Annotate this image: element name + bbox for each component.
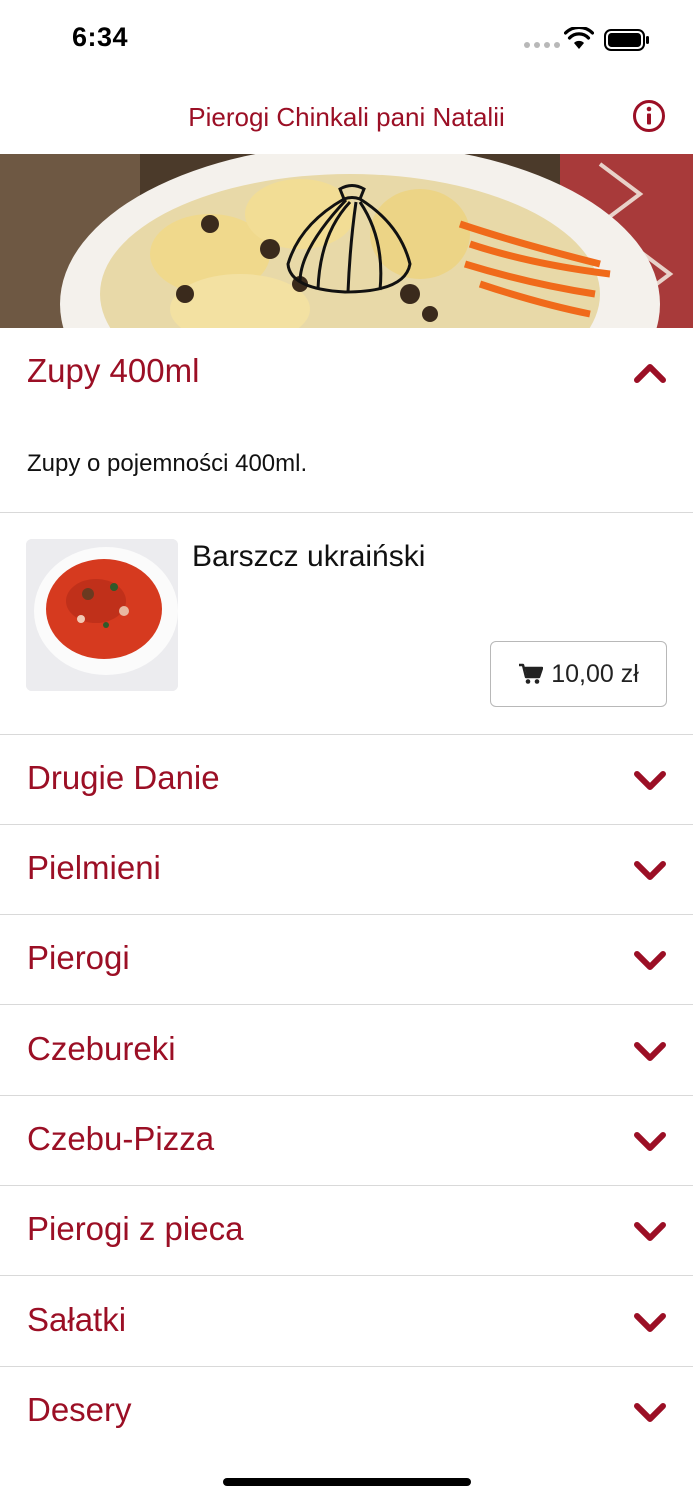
status-bar: 6:34 xyxy=(0,0,693,80)
chevron-down-icon[interactable] xyxy=(633,1312,667,1334)
section-title: Pierogi z pieca xyxy=(27,1210,244,1247)
chevron-down-icon[interactable] xyxy=(633,770,667,792)
hero-banner xyxy=(0,154,693,328)
section-header-pielmieni[interactable]: Pielmieni xyxy=(0,825,693,915)
section-header-pierogi[interactable]: Pierogi xyxy=(0,915,693,1005)
product-row[interactable]: Barszcz ukraiński 10,00 zł xyxy=(0,513,693,735)
chevron-down-icon[interactable] xyxy=(633,860,667,882)
info-icon[interactable] xyxy=(632,99,666,133)
product-image xyxy=(26,539,178,691)
chevron-down-icon[interactable] xyxy=(633,1041,667,1063)
battery-icon xyxy=(604,29,649,51)
cellular-signal-icon xyxy=(524,42,560,48)
section-title: Desery xyxy=(27,1391,132,1428)
add-to-cart-button[interactable]: 10,00 zł xyxy=(490,641,667,707)
section-header-zupy[interactable]: Zupy 400ml xyxy=(0,328,693,418)
section-header-salatki[interactable]: Sałatki xyxy=(0,1277,693,1367)
hero-image xyxy=(0,154,693,328)
status-time: 6:34 xyxy=(72,22,129,52)
section-header-czebu-pizza[interactable]: Czebu-Pizza xyxy=(0,1096,693,1186)
page-title: Pierogi Chinkali pani Natalii xyxy=(188,102,505,132)
chevron-up-icon[interactable] xyxy=(633,362,667,384)
section-header-pierogi-z-pieca[interactable]: Pierogi z pieca xyxy=(0,1186,693,1276)
chevron-down-icon[interactable] xyxy=(633,1402,667,1424)
section-title: Czebu-Pizza xyxy=(27,1120,215,1157)
price-label: 10,00 zł xyxy=(551,659,639,688)
section-title: Pierogi xyxy=(27,939,130,976)
chevron-down-icon[interactable] xyxy=(633,950,667,972)
section-title: Drugie Danie xyxy=(27,759,220,796)
section-header-drugie-danie[interactable]: Drugie Danie xyxy=(0,735,693,825)
navigation-header: Pierogi Chinkali pani Natalii xyxy=(0,80,693,154)
section-title: Pielmieni xyxy=(27,849,161,886)
section-title: Zupy 400ml xyxy=(27,352,200,389)
chevron-down-icon[interactable] xyxy=(633,1221,667,1243)
section-title: Czebureki xyxy=(27,1030,176,1067)
section-header-desery[interactable]: Desery xyxy=(0,1367,693,1457)
chevron-down-icon[interactable] xyxy=(633,1131,667,1153)
wifi-icon xyxy=(564,27,594,49)
product-name[interactable]: Barszcz ukraiński xyxy=(192,540,425,574)
section-title: Sałatki xyxy=(27,1301,127,1338)
section-description: Zupy o pojemności 400ml. xyxy=(27,450,308,477)
section-header-czebureki[interactable]: Czebureki xyxy=(0,1006,693,1096)
cart-icon xyxy=(519,663,544,684)
home-indicator[interactable] xyxy=(223,1478,471,1486)
